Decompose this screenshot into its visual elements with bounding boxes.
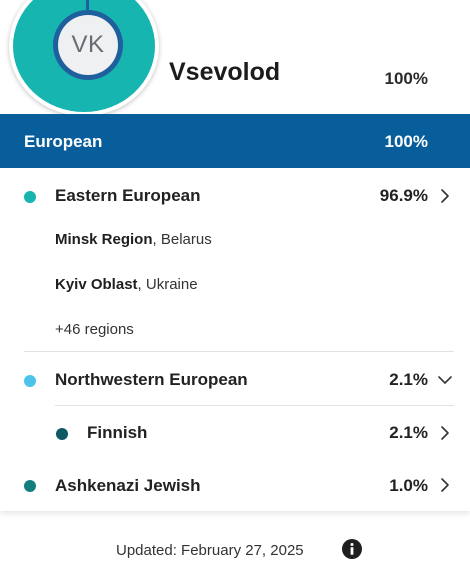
color-dot [24, 480, 36, 492]
subregion-minsk: Minsk Region, Belarus [55, 231, 212, 248]
color-dot [56, 428, 68, 440]
ancestry-percent: 2.1% [389, 423, 428, 442]
ancestry-label: Eastern European [55, 186, 201, 205]
ancestry-card: VK Vsevolod 100% European 100% Eastern E… [0, 0, 470, 511]
avatar-ring: VK [13, 0, 155, 112]
color-dot [24, 375, 36, 387]
ancestry-percent: 2.1% [389, 370, 428, 389]
subregion-kyiv: Kyiv Oblast, Ukraine [55, 276, 198, 293]
avatar-initials: VK [58, 15, 118, 75]
region-label: European [24, 132, 103, 151]
ancestry-label: Ashkenazi Jewish [55, 476, 201, 495]
info-icon[interactable] [341, 538, 363, 560]
chevron-right-icon [441, 189, 449, 203]
subregion-country: , Belarus [152, 231, 212, 248]
avatar: VK [9, 0, 159, 116]
subregion-country: , Ukraine [137, 276, 198, 293]
chevron-down-icon [438, 376, 452, 384]
ancestry-label: Finnish [87, 423, 148, 442]
chevron-right-icon [441, 478, 449, 492]
ancestry-label: Northwestern European [55, 370, 248, 389]
divider [55, 405, 454, 406]
chevron-right-icon [441, 426, 449, 440]
ancestry-row-ashkenazi-jewish[interactable]: Ashkenazi Jewish 1.0% [0, 470, 470, 502]
profile-name: Vsevolod [169, 58, 281, 86]
subregion-name: Kyiv Oblast [55, 276, 138, 293]
ancestry-percent: 1.0% [389, 476, 428, 495]
divider [24, 351, 454, 352]
ancestry-row-northwestern-european[interactable]: Northwestern European 2.1% [0, 364, 470, 396]
avatar-inner-ring: VK [53, 10, 123, 80]
more-regions-link[interactable]: +46 regions [55, 321, 134, 338]
ancestry-percent: 96.9% [379, 186, 428, 205]
subregion-name: Minsk Region [55, 231, 153, 248]
color-dot [24, 191, 36, 203]
updated-date: Updated: February 27, 2025 [116, 542, 304, 559]
ancestry-row-eastern-european[interactable]: Eastern European 96.9% [0, 180, 470, 212]
profile-percent: 100% [384, 69, 428, 88]
region-percent: 100% [384, 132, 428, 151]
region-band: European 100% [0, 114, 470, 168]
ancestry-row-finnish[interactable]: Finnish 2.1% [0, 417, 470, 449]
